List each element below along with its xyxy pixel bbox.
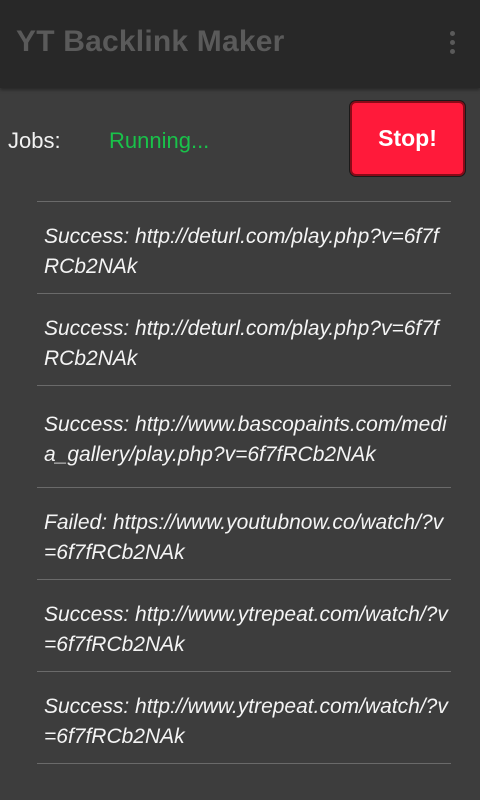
log-item: Success: http://www.bascopaints.com/medi…: [37, 386, 451, 488]
overflow-dot: [449, 30, 455, 36]
log-item: Failed: https://www.youtubnow.co/watch/?…: [37, 488, 451, 580]
log-item: Success: http://deturl.com/play.php?v=6f…: [37, 294, 451, 386]
app-title: YT Backlink Maker: [16, 25, 285, 58]
log-item: Success: http://www.ytrepeat.com/watch/?…: [37, 672, 451, 764]
jobs-status: Running...: [109, 128, 210, 153]
log-list[interactable]: Success: http://deturl.com/play.php?v=6f…: [37, 201, 451, 764]
overflow-dot: [449, 48, 455, 54]
overflow-dot: [449, 39, 455, 45]
app-bar: YT Backlink Maker: [0, 0, 480, 88]
overflow-menu-icon[interactable]: [440, 22, 464, 62]
stop-button[interactable]: Stop!: [350, 101, 465, 176]
log-item: Success: http://www.ytrepeat.com/watch/?…: [37, 580, 451, 672]
jobs-label: Jobs:: [8, 128, 61, 153]
log-item: Success: http://deturl.com/play.php?v=6f…: [37, 202, 451, 294]
